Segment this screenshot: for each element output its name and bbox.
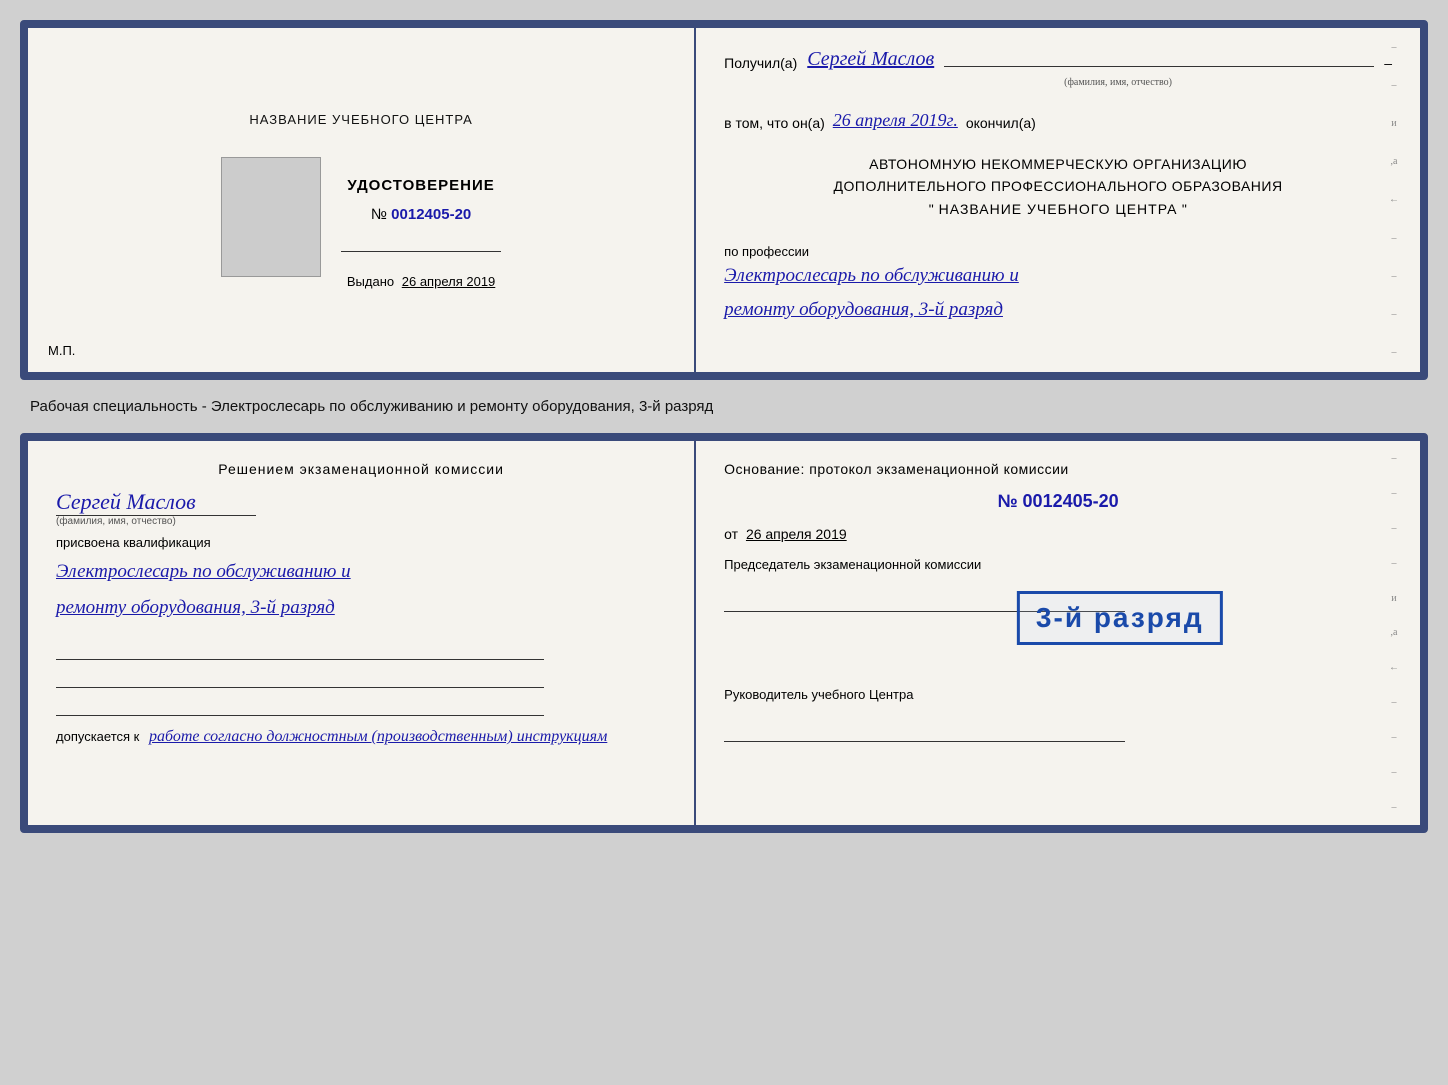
name-subtitle: (фамилия, имя, отчество)	[56, 516, 666, 527]
sig-right-line-2	[724, 722, 1125, 742]
допускается-line: допускается к работе согласно должностны…	[56, 728, 666, 746]
допускается-text: работе согласно должностным (производств…	[149, 728, 607, 745]
sig-line-2	[56, 668, 544, 688]
doc2-left: Решением экзаменационной комиссии Сергей…	[28, 441, 696, 825]
vtom-prefix: в том, что он(а)	[724, 115, 825, 131]
corner-marks-right1: – – и ,а ← – – – –	[1384, 28, 1404, 372]
decision-title: Решением экзаменационной комиссии	[56, 461, 666, 477]
udostoverenie-title: УДОСТОВЕРЕНИЕ	[347, 177, 494, 194]
org-name-line: " НАЗВАНИЕ УЧЕБНОГО ЦЕНТРА "	[724, 198, 1392, 220]
date-prefix: от	[724, 526, 738, 542]
profession-label: по профессии	[724, 244, 1392, 259]
org-block: АВТОНОМНУЮ НЕКОММЕРЧЕСКУЮ ОРГАНИЗАЦИЮ ДО…	[724, 153, 1392, 220]
osnov-label: Основание: протокол экзаменационной коми…	[724, 461, 1392, 477]
doc-date-line: от 26 апреля 2019	[724, 526, 1392, 542]
issued-date: 26 апреля 2019	[402, 274, 496, 289]
page-container: НАЗВАНИЕ УЧЕБНОГО ЦЕНТРА УДОСТОВЕРЕНИЕ №…	[20, 20, 1428, 833]
qualification-text2: ремонту оборудования, 3-й разряд	[56, 590, 666, 626]
doc1-right: Получил(а) Сергей Маслов – (фамилия, имя…	[696, 28, 1420, 372]
chairman-label: Председатель экзаменационной комиссии	[724, 556, 1392, 574]
signature-lines	[56, 640, 666, 716]
vtom-line: в том, что он(а) 26 апреля 2019г. окончи…	[724, 110, 1392, 131]
between-text: Рабочая специальность - Электрослесарь п…	[20, 398, 1428, 415]
issued-prefix: Выдано	[347, 274, 394, 289]
photo-placeholder	[221, 157, 321, 277]
profession-text1: Электрослесарь по обслуживанию и	[724, 259, 1392, 293]
profession-text2: ремонту оборудования, 3-й разряд	[724, 293, 1392, 327]
doc1-left-center: НАЗВАНИЕ УЧЕБНОГО ЦЕНТРА УДОСТОВЕРЕНИЕ №…	[56, 52, 666, 348]
sig-line-1	[56, 640, 544, 660]
vtom-date: 26 апреля 2019г.	[833, 110, 958, 131]
received-label: Получил(а)	[724, 55, 797, 71]
doc2-right: Основание: протокол экзаменационной коми…	[696, 441, 1420, 825]
sig-line-3	[56, 696, 544, 716]
corner-marks-right2: – – – – и ,а ← – – – –	[1384, 441, 1404, 825]
person-name: Сергей Маслов	[56, 489, 666, 515]
допускается-prefix: допускается к	[56, 729, 139, 744]
org-quote-close: "	[1182, 201, 1187, 217]
number-prefix: №	[371, 206, 387, 223]
recipient-line: Получил(а) Сергей Маслов –	[724, 48, 1392, 71]
doc1-number-line: № 0012405-20	[371, 206, 471, 223]
rukovoditel-label: Руководитель учебного Центра	[724, 686, 1392, 704]
stamp-box: 3-й разряд	[1017, 591, 1223, 645]
institution-name-top: НАЗВАНИЕ УЧЕБНОГО ЦЕНТРА	[249, 112, 472, 127]
vtom-suffix: окончил(а)	[966, 115, 1036, 131]
recipient-subtitle: (фамилия, имя, отчество)	[844, 77, 1392, 88]
org-line2: ДОПОЛНИТЕЛЬНОГО ПРОФЕССИОНАЛЬНОГО ОБРАЗО…	[724, 175, 1392, 197]
org-quote-open: "	[929, 201, 934, 217]
name-block: Сергей Маслов (фамилия, имя, отчество)	[56, 489, 666, 527]
issued-line: Выдано 26 апреля 2019	[347, 274, 495, 289]
date-value: 26 апреля 2019	[746, 526, 847, 542]
document-1: НАЗВАНИЕ УЧЕБНОГО ЦЕНТРА УДОСТОВЕРЕНИЕ №…	[20, 20, 1428, 380]
qualification-text1: Электрослесарь по обслуживанию и	[56, 554, 666, 590]
stamp-text: 3-й разряд	[1036, 602, 1204, 634]
number-value: 0012405-20	[391, 206, 471, 223]
recipient-name: Сергей Маслов	[807, 48, 934, 71]
dash1	[944, 66, 1374, 67]
qualification-label: присвоена квалификация	[56, 535, 666, 550]
document-2: Решением экзаменационной комиссии Сергей…	[20, 433, 1428, 833]
doc2-number: № 0012405-20	[724, 491, 1392, 512]
mp-label: М.П.	[48, 343, 75, 358]
doc1-left: НАЗВАНИЕ УЧЕБНОГО ЦЕНТРА УДОСТОВЕРЕНИЕ №…	[28, 28, 696, 372]
org-line1: АВТОНОМНУЮ НЕКОММЕРЧЕСКУЮ ОРГАНИЗАЦИЮ	[724, 153, 1392, 175]
org-name: НАЗВАНИЕ УЧЕБНОГО ЦЕНТРА	[939, 201, 1178, 217]
